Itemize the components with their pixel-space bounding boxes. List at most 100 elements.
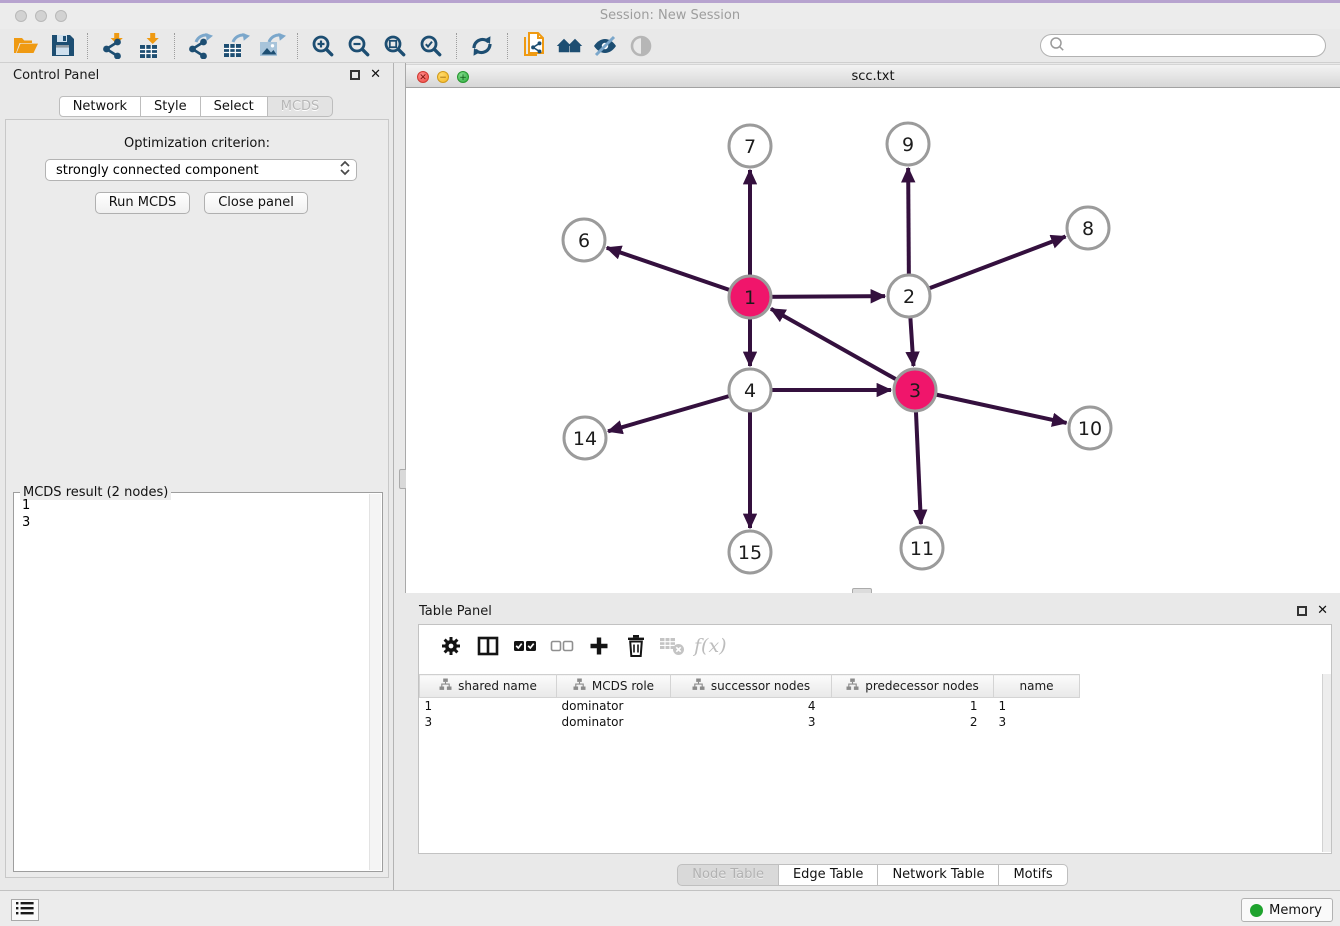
graph-node-3[interactable]: 3: [894, 369, 936, 411]
delete-table-icon: [654, 631, 691, 661]
mcds-result-item: 3: [22, 514, 368, 531]
export-table-icon[interactable]: [218, 31, 254, 61]
save-session-icon[interactable]: [44, 31, 80, 61]
graph-node-14[interactable]: 14: [564, 417, 606, 459]
svg-text:4: 4: [744, 380, 756, 402]
network-maximize-icon[interactable]: +: [457, 71, 469, 83]
table-close-panel-icon[interactable]: ✕: [1317, 603, 1328, 618]
float-panel-icon[interactable]: [350, 70, 360, 80]
graph-node-9[interactable]: 9: [887, 123, 929, 165]
network-close-icon[interactable]: ✕: [417, 71, 429, 83]
tab-mcds[interactable]: MCDS: [267, 96, 334, 117]
zoom-in-icon[interactable]: [305, 31, 341, 61]
hide-network-icon[interactable]: [587, 31, 623, 61]
memory-label: Memory: [1269, 903, 1322, 918]
graph-edge-3-1[interactable]: [771, 309, 915, 390]
table-row[interactable]: 1dominator411: [420, 698, 1324, 714]
table-cell: dominator: [557, 714, 671, 730]
graph-edge-3-10[interactable]: [915, 390, 1067, 423]
graph-edge-1-6[interactable]: [607, 248, 750, 297]
table-settings-icon[interactable]: [432, 631, 469, 661]
graph-node-7[interactable]: 7: [729, 125, 771, 167]
node-table[interactable]: shared nameMCDS rolesuccessor nodesprede…: [419, 674, 1323, 730]
graph-node-15[interactable]: 15: [729, 531, 771, 573]
table-cell: 2: [832, 714, 994, 730]
export-image-icon[interactable]: [254, 31, 290, 61]
select-all-columns-icon[interactable]: [506, 631, 543, 661]
zoom-selected-icon[interactable]: [413, 31, 449, 61]
search-input[interactable]: [1066, 36, 1325, 55]
show-all-panels-icon[interactable]: [551, 31, 587, 61]
column-header-name[interactable]: name: [994, 675, 1080, 698]
graph-node-2[interactable]: 2: [888, 275, 930, 317]
tab-network[interactable]: Network: [59, 96, 141, 117]
svg-text:8: 8: [1082, 218, 1094, 240]
table-tabs: Node TableEdge TableNetwork TableMotifs: [406, 864, 1340, 886]
window-title: Session: New Session: [0, 3, 1340, 29]
table-scrollbar[interactable]: [1322, 674, 1331, 852]
control-panel-title: Control Panel: [13, 68, 99, 83]
memory-button[interactable]: Memory: [1241, 898, 1333, 922]
graph-node-6[interactable]: 6: [563, 219, 605, 261]
tab-node-table[interactable]: Node Table: [677, 864, 779, 886]
search-icon: [1048, 35, 1066, 57]
close-panel-button[interactable]: Close panel: [204, 192, 308, 214]
add-column-icon[interactable]: [580, 631, 617, 661]
svg-text:f(x): f(x): [693, 635, 727, 657]
table-cell: 1: [832, 698, 994, 714]
split-view-icon[interactable]: [469, 631, 506, 661]
tab-style[interactable]: Style: [140, 96, 201, 117]
search-input-wrap[interactable]: [1040, 34, 1326, 57]
result-scrollbar[interactable]: [369, 494, 381, 870]
tab-edge-table[interactable]: Edge Table: [778, 864, 878, 886]
graph-node-1[interactable]: 1: [729, 276, 771, 318]
tab-network-table[interactable]: Network Table: [877, 864, 999, 886]
svg-text:1: 1: [744, 287, 756, 309]
column-header-shared-name[interactable]: shared name: [420, 675, 557, 698]
graph-edge-2-8[interactable]: [909, 237, 1066, 296]
titlebar[interactable]: Session: New Session: [0, 3, 1340, 29]
svg-text:11: 11: [910, 538, 934, 560]
criterion-selected-value: strongly connected component: [56, 163, 338, 178]
column-header-predecessor-nodes[interactable]: predecessor nodes: [832, 675, 994, 698]
import-table-icon[interactable]: [131, 31, 167, 61]
graph-node-11[interactable]: 11: [901, 527, 943, 569]
zoom-out-icon[interactable]: [341, 31, 377, 61]
column-header-MCDS-role[interactable]: MCDS role: [557, 675, 671, 698]
svg-text:14: 14: [573, 428, 597, 450]
clone-network-icon[interactable]: [515, 31, 551, 61]
network-view-window: ✕ − + scc.txt 7 9 6 8 1 2 4 3 14 10 15 11: [406, 64, 1340, 593]
table-cell: 1: [420, 698, 557, 714]
network-window-title: scc.txt: [406, 65, 1340, 89]
refresh-layout-icon[interactable]: [464, 31, 500, 61]
network-canvas[interactable]: 7 9 6 8 1 2 4 3 14 10 15 11: [406, 88, 1340, 593]
import-network-icon[interactable]: [95, 31, 131, 61]
mcds-result-list[interactable]: 13: [16, 497, 368, 869]
application-window: Session: New Session Control Panel ✕ Net…: [0, 0, 1340, 926]
run-mcds-button[interactable]: Run MCDS: [95, 192, 190, 214]
tab-motifs[interactable]: Motifs: [998, 864, 1067, 886]
table-row[interactable]: 3dominator323: [420, 714, 1324, 730]
close-window-icon[interactable]: [15, 10, 27, 22]
graph-node-4[interactable]: 4: [729, 369, 771, 411]
deselect-all-columns-icon[interactable]: [543, 631, 580, 661]
show-network-preview-icon[interactable]: [623, 31, 659, 61]
zoom-fit-icon[interactable]: [377, 31, 413, 61]
network-window-titlebar[interactable]: ✕ − + scc.txt: [406, 64, 1340, 88]
column-header-successor-nodes[interactable]: successor nodes: [671, 675, 832, 698]
graph-node-8[interactable]: 8: [1067, 207, 1109, 249]
close-panel-icon[interactable]: ✕: [370, 67, 381, 82]
network-minimize-icon[interactable]: −: [437, 71, 449, 83]
maximize-window-icon[interactable]: [55, 10, 67, 22]
open-session-icon[interactable]: [8, 31, 44, 61]
tab-select[interactable]: Select: [200, 96, 268, 117]
export-network-icon[interactable]: [182, 31, 218, 61]
criterion-select[interactable]: strongly connected component: [45, 159, 357, 181]
svg-text:9: 9: [902, 134, 914, 156]
task-history-button[interactable]: [11, 899, 39, 921]
delete-column-icon[interactable]: [617, 631, 654, 661]
minimize-window-icon[interactable]: [35, 10, 47, 22]
graph-node-10[interactable]: 10: [1069, 407, 1111, 449]
table-float-panel-icon[interactable]: [1297, 606, 1307, 616]
hierarchy-icon: [439, 678, 452, 694]
